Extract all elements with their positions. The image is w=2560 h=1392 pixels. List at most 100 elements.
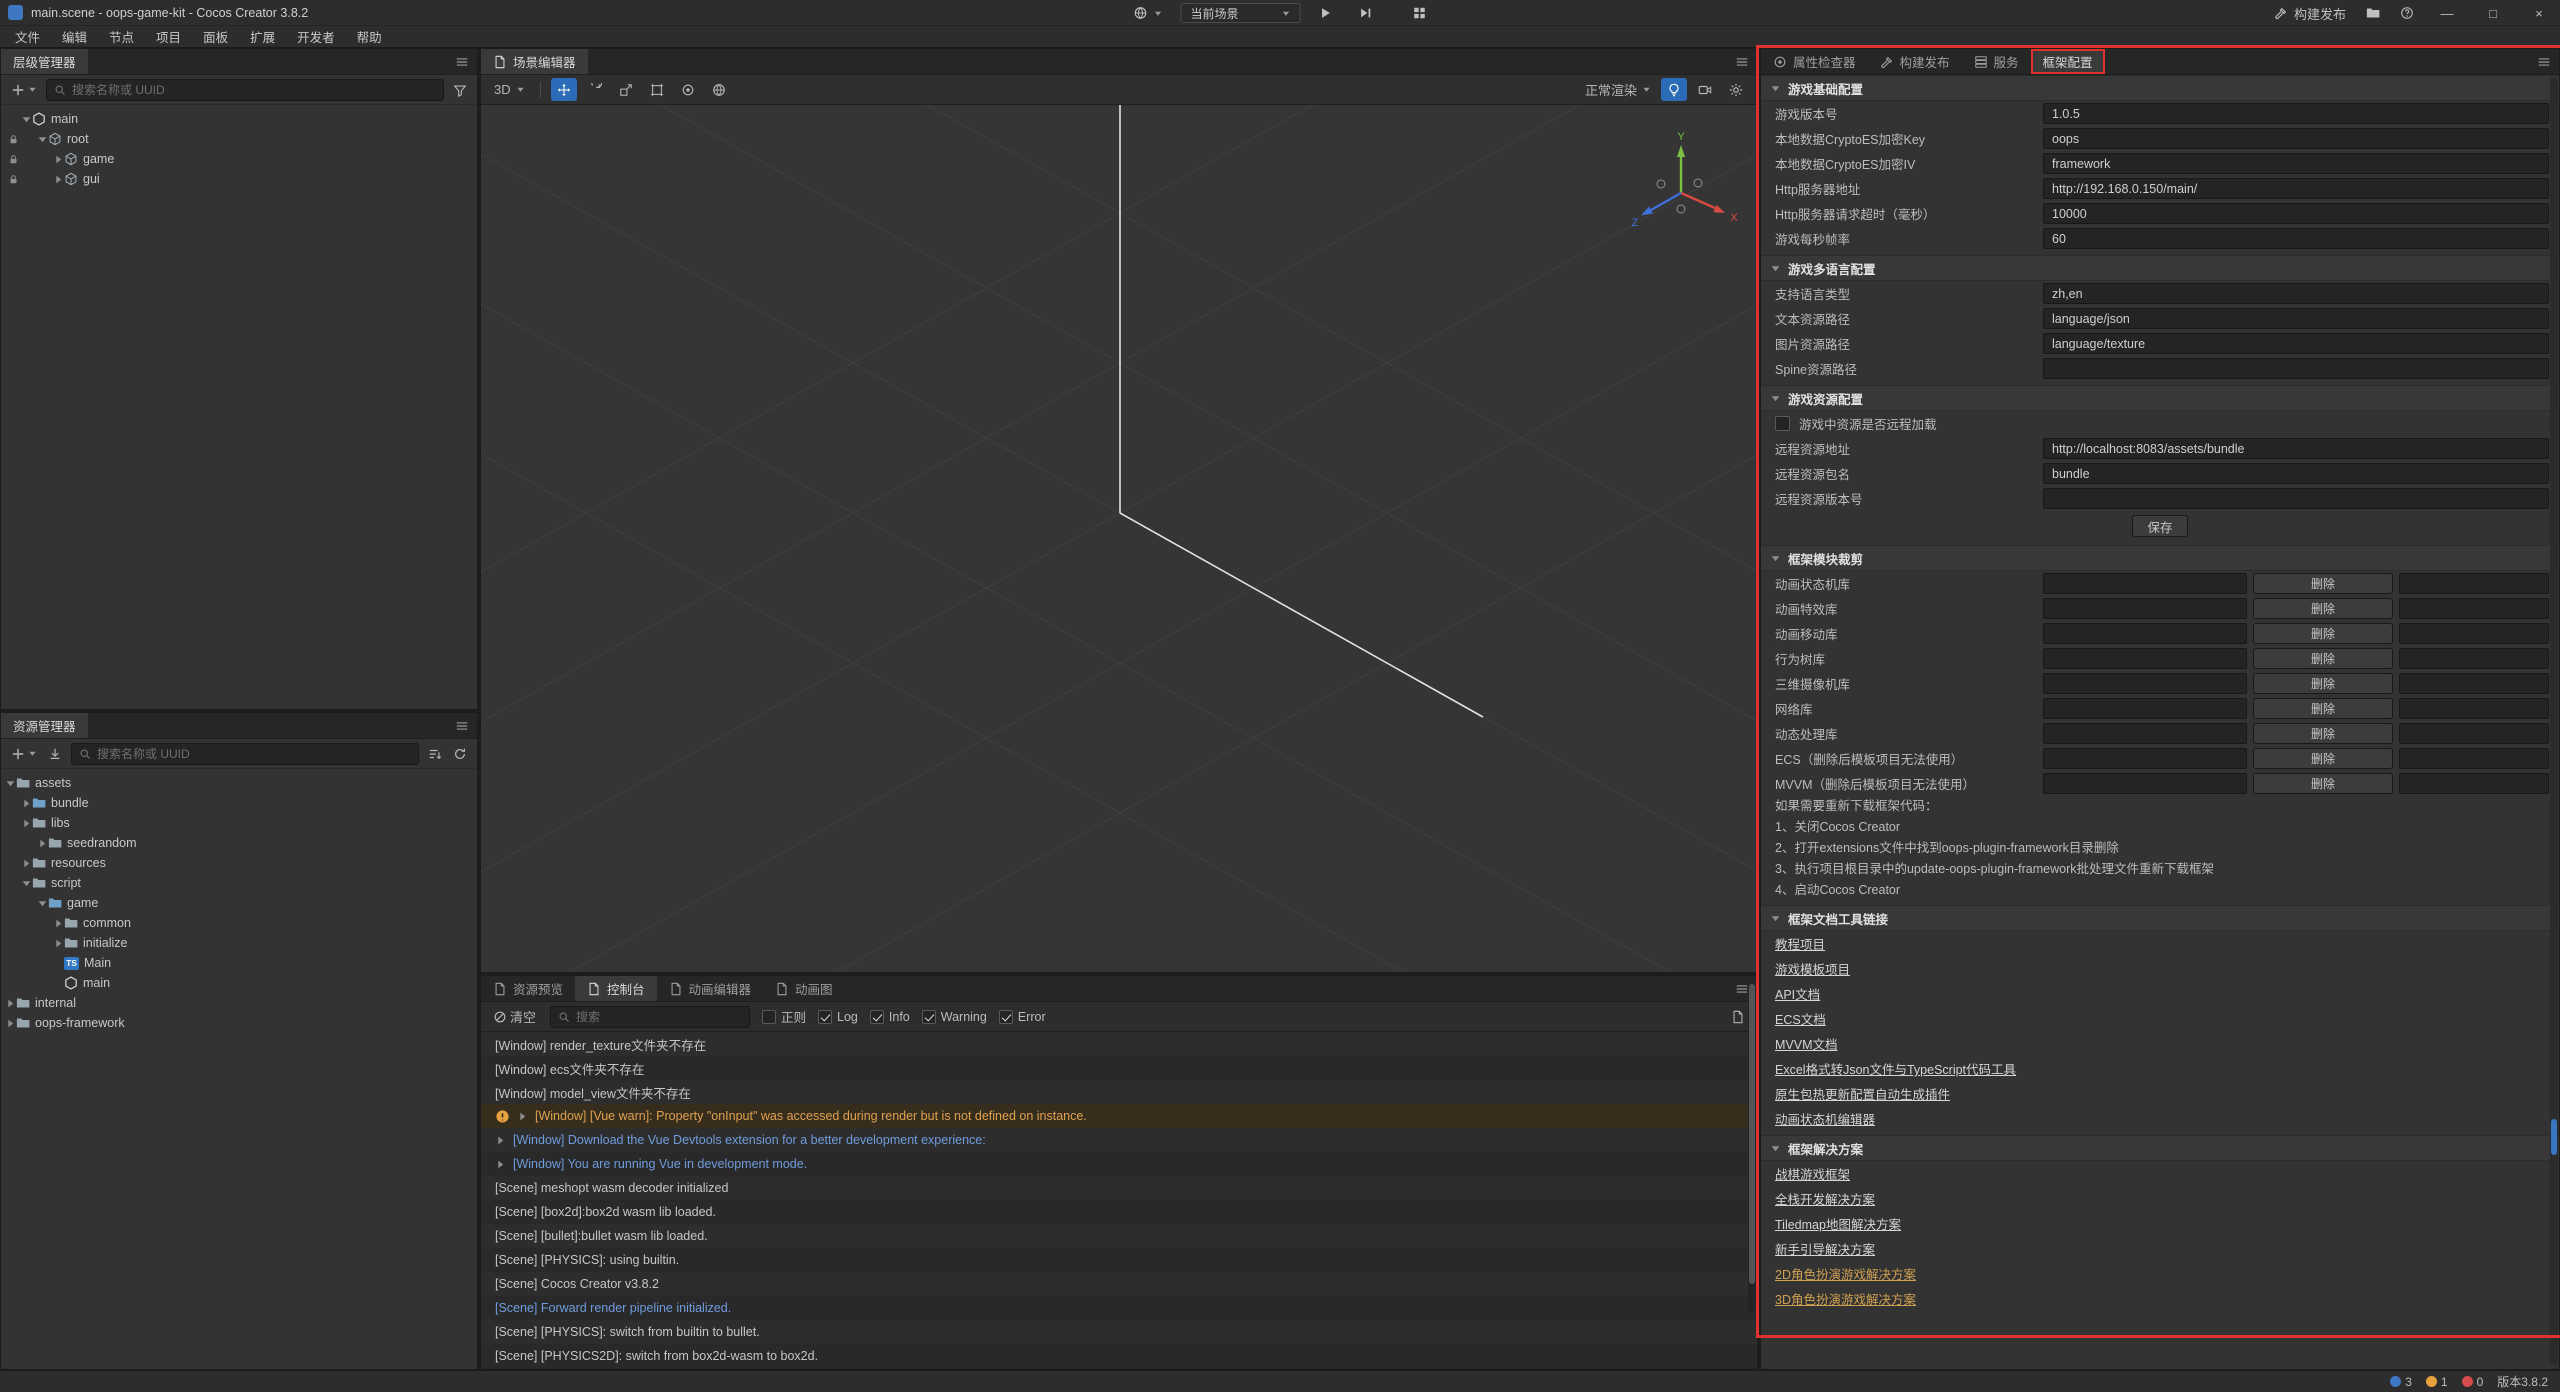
asset-node-bundle[interactable]: bundle xyxy=(1,793,477,813)
expand-icon[interactable] xyxy=(495,1135,506,1146)
doc-link[interactable]: 战棋游戏框架 xyxy=(1775,1164,1850,1183)
chevron-down-icon[interactable] xyxy=(1770,263,1781,274)
asset-node-internal[interactable]: internal xyxy=(1,993,477,1013)
asset-node-oops-framework[interactable]: oops-framework xyxy=(1,1013,477,1033)
expand-icon[interactable] xyxy=(495,1159,506,1170)
delete-module-button[interactable]: 删除 xyxy=(2253,573,2393,594)
open-folder-button[interactable] xyxy=(2358,2,2388,24)
chevron-right-icon[interactable] xyxy=(53,918,64,929)
prop-input[interactable]: language/texture xyxy=(2043,333,2549,354)
inspector-tab-2[interactable]: 服务 xyxy=(1962,49,2031,74)
log-row[interactable]: [Scene] meshopt wasm decoder initialized xyxy=(481,1176,1757,1200)
asset-node-resources[interactable]: resources xyxy=(1,853,477,873)
chevron-down-icon[interactable] xyxy=(1770,83,1781,94)
delete-module-button[interactable]: 删除 xyxy=(2253,773,2393,794)
group-header[interactable]: 游戏资源配置 xyxy=(1761,385,2559,411)
log-row[interactable]: [Scene] [PHYSICS]: switch from builtin t… xyxy=(481,1320,1757,1344)
help-button[interactable] xyxy=(2392,2,2422,24)
import-asset-button[interactable] xyxy=(46,745,64,763)
doc-link[interactable]: Tiledmap地图解决方案 xyxy=(1775,1214,1901,1233)
rotate-tool-button[interactable] xyxy=(582,78,608,101)
delete-module-button[interactable]: 删除 xyxy=(2253,623,2393,644)
log-row[interactable]: [Window] You are running Vue in developm… xyxy=(481,1152,1757,1176)
assets-search-input[interactable] xyxy=(97,747,411,761)
scene-select[interactable]: 当前场景 xyxy=(1181,3,1301,23)
pivot-toggle-button[interactable] xyxy=(675,78,701,101)
asset-node-initialize[interactable]: initialize xyxy=(1,933,477,953)
delete-module-button[interactable]: 删除 xyxy=(2253,698,2393,719)
step-button[interactable] xyxy=(1351,2,1381,24)
filter-button[interactable] xyxy=(451,81,469,99)
menu-item-1[interactable]: 编辑 xyxy=(51,26,98,48)
minimize-button[interactable]: — xyxy=(2426,0,2468,26)
inspector-scrollbar[interactable] xyxy=(2550,77,2558,1365)
prop-input[interactable]: 1.0.5 xyxy=(2043,103,2549,124)
panel-menu-icon[interactable] xyxy=(2529,49,2559,74)
add-asset-button[interactable] xyxy=(9,745,39,763)
prop-input[interactable]: bundle xyxy=(2043,463,2549,484)
scene-settings-button[interactable] xyxy=(1723,78,1749,101)
chevron-down-icon[interactable] xyxy=(5,778,16,789)
status-badge-info[interactable]: 3 xyxy=(2390,1375,2412,1389)
build-publish-button[interactable]: 构建发布 xyxy=(2266,2,2354,24)
prop-input[interactable]: framework xyxy=(2043,153,2549,174)
inspector-tab-3[interactable]: 框架配置 xyxy=(2031,49,2105,74)
delete-module-button[interactable]: 删除 xyxy=(2253,673,2393,694)
console-tab-1[interactable]: 控制台 xyxy=(575,976,657,1001)
prop-input[interactable]: oops xyxy=(2043,128,2549,149)
menu-item-6[interactable]: 开发者 xyxy=(286,26,346,48)
prop-input[interactable]: 10000 xyxy=(2043,203,2549,224)
asset-node-common[interactable]: common xyxy=(1,913,477,933)
remote-load-checkbox[interactable] xyxy=(1775,416,1790,431)
move-tool-button[interactable] xyxy=(551,78,577,101)
doc-link[interactable]: 动画状态机编辑器 xyxy=(1775,1109,1875,1128)
log-row[interactable]: [Scene] [bullet]:bullet wasm lib loaded. xyxy=(481,1224,1757,1248)
prop-input[interactable] xyxy=(2043,488,2549,509)
chevron-right-icon[interactable] xyxy=(21,858,32,869)
chevron-right-icon[interactable] xyxy=(21,818,32,829)
group-header[interactable]: 框架模块裁剪 xyxy=(1761,545,2559,571)
lock-icon[interactable] xyxy=(8,134,19,145)
delete-module-button[interactable]: 删除 xyxy=(2253,748,2393,769)
chevron-right-icon[interactable] xyxy=(5,998,16,1009)
rect-tool-button[interactable] xyxy=(644,78,670,101)
filter-Error[interactable]: Error xyxy=(999,1007,1046,1026)
chevron-right-icon[interactable] xyxy=(53,174,64,185)
console-search[interactable] xyxy=(550,1006,750,1028)
clear-console-button[interactable]: 清空 xyxy=(491,1005,538,1028)
doc-link[interactable]: 教程项目 xyxy=(1775,934,1825,953)
assets-search[interactable] xyxy=(71,743,419,765)
expand-icon[interactable] xyxy=(517,1111,528,1122)
prop-input[interactable] xyxy=(2043,358,2549,379)
doc-link[interactable]: API文档 xyxy=(1775,984,1820,1003)
layout-button[interactable] xyxy=(1405,2,1435,24)
prop-input[interactable]: language/json xyxy=(2043,308,2549,329)
play-button[interactable] xyxy=(1311,2,1341,24)
log-row[interactable]: [Scene] [PHYSICS]: using builtin. xyxy=(481,1248,1757,1272)
panel-menu-icon[interactable] xyxy=(447,49,477,74)
doc-link[interactable]: 3D角色扮演游戏解决方案 xyxy=(1775,1289,1916,1308)
console-tab-2[interactable]: 动画编辑器 xyxy=(657,976,764,1001)
group-header[interactable]: 框架文档工具链接 xyxy=(1761,905,2559,931)
chevron-down-icon[interactable] xyxy=(1770,1143,1781,1154)
menu-item-5[interactable]: 扩展 xyxy=(239,26,286,48)
group-header[interactable]: 框架解决方案 xyxy=(1761,1135,2559,1161)
menu-item-2[interactable]: 节点 xyxy=(98,26,145,48)
console-search-input[interactable] xyxy=(576,1010,742,1024)
asset-node-libs[interactable]: libs xyxy=(1,813,477,833)
status-badge-error[interactable]: 0 xyxy=(2462,1375,2484,1389)
doc-link[interactable]: 游戏模板项目 xyxy=(1775,959,1850,978)
close-button[interactable]: × xyxy=(2518,0,2560,26)
chevron-right-icon[interactable] xyxy=(53,154,64,165)
menu-item-3[interactable]: 项目 xyxy=(145,26,192,48)
menu-item-4[interactable]: 面板 xyxy=(192,26,239,48)
hierarchy-tab[interactable]: 层级管理器 xyxy=(1,49,88,74)
prop-input[interactable]: zh,en xyxy=(2043,283,2549,304)
filter-Info[interactable]: Info xyxy=(870,1007,910,1026)
lock-icon[interactable] xyxy=(8,174,19,185)
delete-module-button[interactable]: 删除 xyxy=(2253,648,2393,669)
render-mode-select[interactable]: 正常渲染 xyxy=(1580,78,1656,101)
axis-gizmo[interactable]: Y X Z xyxy=(1632,131,1739,229)
projection-3d-toggle[interactable]: 3D xyxy=(489,78,530,101)
log-row[interactable]: [Window] Download the Vue Devtools exten… xyxy=(481,1128,1757,1152)
